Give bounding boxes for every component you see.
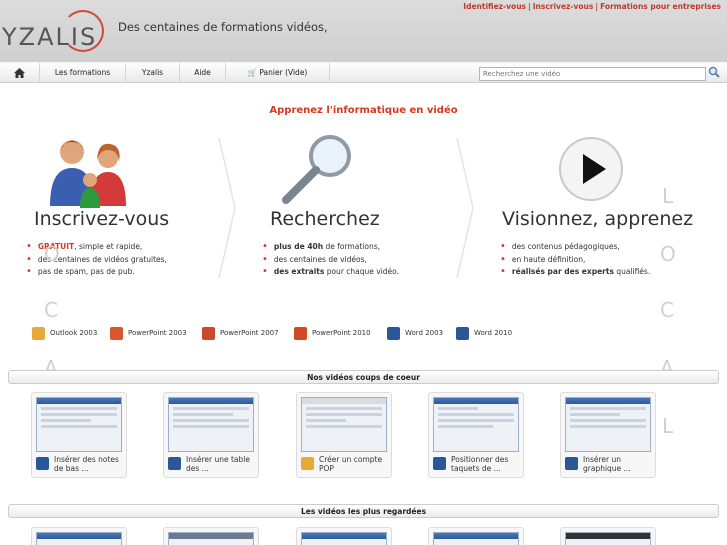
video-thumbnail: [433, 397, 519, 452]
nav-yzalis[interactable]: Yzalis: [126, 63, 180, 83]
video-card[interactable]: [163, 527, 259, 545]
list-item: des extraits pour chaque vidéo.: [262, 266, 399, 279]
cart-status: (Vide): [285, 68, 308, 77]
video-card[interactable]: [31, 527, 127, 545]
tagline: Des centaines de formations vidéos,: [118, 20, 328, 34]
top-links: Identifiez-vous | Inscrivez-vous | Formation…: [463, 2, 721, 11]
business-training-link[interactable]: Formations pour entreprises: [600, 2, 721, 11]
powerpoint-icon: [294, 326, 307, 340]
word-icon: [36, 457, 49, 470]
video-title: Insérer un graphique ...: [583, 455, 631, 473]
watch-title: Visionnez, apprenez: [502, 208, 694, 230]
powerpoint-icon: [202, 326, 215, 340]
nav-formations[interactable]: Les formations: [40, 63, 126, 83]
video-card[interactable]: [428, 527, 524, 545]
video-thumbnail: [168, 532, 254, 545]
favorites-header: Nos vidéos coups de coeur: [8, 370, 719, 384]
list-item: des contenus pédagogiques,: [500, 241, 650, 254]
magnifier-icon: [282, 135, 351, 204]
video-title: Insérer des notes de bas ...: [54, 455, 119, 473]
product-powerpoint-2007[interactable]: PowerPoint 2007: [202, 325, 279, 341]
list-item: pas de spam, pas de pub.: [26, 266, 167, 279]
watch-benefits: des contenus pédagogiques, en haute défi…: [500, 241, 650, 279]
logo-ring: [62, 10, 104, 52]
video-card[interactable]: Créer un compte POP: [296, 392, 392, 478]
video-title: Insérer une table des ...: [186, 455, 250, 473]
list-item: en haute définition,: [500, 254, 650, 267]
video-title: Créer un compte POP: [319, 455, 383, 473]
product-outlook-2003[interactable]: Outlook 2003: [32, 325, 97, 341]
video-thumbnail: [168, 397, 254, 452]
video-thumbnail: [36, 397, 122, 452]
side-letter: L: [662, 414, 674, 438]
watch-column: Visionnez, apprenez des contenus pédagog…: [496, 134, 726, 284]
main-title: Apprenez l'informatique en vidéo: [269, 105, 458, 116]
most-viewed-header: Les vidéos les plus regardées: [8, 504, 719, 518]
search-benefits: plus de 40h de formations, des centaines…: [262, 241, 399, 279]
nav-home[interactable]: [0, 63, 40, 83]
site-header: YZALIS Des centaines de formations vidéo…: [0, 0, 727, 62]
nav-aide[interactable]: Aide: [180, 63, 226, 83]
yzalis-logo[interactable]: YZALIS: [0, 10, 110, 54]
video-card[interactable]: Insérer une table des ...: [163, 392, 259, 478]
list-item: réalisés par des experts qualifiés.: [500, 266, 650, 279]
powerpoint-icon: [110, 326, 123, 340]
video-card[interactable]: [296, 527, 392, 545]
side-letter: C: [44, 298, 58, 322]
word-icon: [387, 326, 400, 340]
outlook-icon: [301, 457, 314, 470]
word-icon: [168, 457, 181, 470]
outlook-icon: [32, 326, 45, 340]
video-title: Positionner des taquets de ...: [451, 455, 509, 473]
video-card[interactable]: Positionner des taquets de ...: [428, 392, 524, 478]
product-powerpoint-2010[interactable]: PowerPoint 2010: [294, 325, 371, 341]
video-thumbnail: [433, 532, 519, 545]
cart-icon: 🛒: [247, 68, 257, 77]
divider-chevron: [218, 138, 236, 278]
video-card[interactable]: Insérer un graphique ...: [560, 392, 656, 478]
search-column: Recherchez plus de 40h de formations, de…: [258, 134, 488, 284]
product-word-2010[interactable]: Word 2010: [456, 325, 512, 341]
main-nav: Les formations Yzalis Aide 🛒 Panier (Vid…: [0, 62, 727, 83]
video-thumbnail: [36, 532, 122, 545]
search-input[interactable]: [479, 67, 706, 81]
cart-label: Panier: [259, 68, 283, 77]
register-link[interactable]: Inscrivez-vous: [533, 2, 594, 11]
side-letter: O: [44, 242, 60, 266]
divider-chevron: [456, 138, 474, 278]
list-item: des centaines de vidéos,: [262, 254, 399, 267]
home-icon: [14, 68, 25, 78]
video-card[interactable]: [560, 527, 656, 545]
users-icon: [50, 140, 126, 208]
product-word-2003[interactable]: Word 2003: [387, 325, 443, 341]
list-item: plus de 40h de formations,: [262, 241, 399, 254]
word-icon: [456, 326, 469, 340]
video-thumbnail: [565, 397, 651, 452]
product-powerpoint-2003[interactable]: PowerPoint 2003: [110, 325, 187, 341]
register-title: Inscrivez-vous: [34, 208, 170, 230]
video-thumbnail: [301, 397, 387, 452]
word-icon: [565, 457, 578, 470]
word-icon: [433, 457, 446, 470]
search-icon[interactable]: [708, 66, 720, 78]
search-title: Recherchez: [270, 208, 380, 230]
video-thumbnail: [301, 532, 387, 545]
video-thumbnail: [565, 532, 651, 545]
side-letter: C: [660, 298, 674, 322]
side-letter: O: [660, 242, 676, 266]
nav-cart[interactable]: 🛒 Panier (Vide): [226, 63, 330, 83]
side-letter: L: [662, 184, 674, 208]
play-icon: [559, 137, 623, 201]
login-link[interactable]: Identifiez-vous: [463, 2, 526, 11]
video-card[interactable]: Insérer des notes de bas ...: [31, 392, 127, 478]
